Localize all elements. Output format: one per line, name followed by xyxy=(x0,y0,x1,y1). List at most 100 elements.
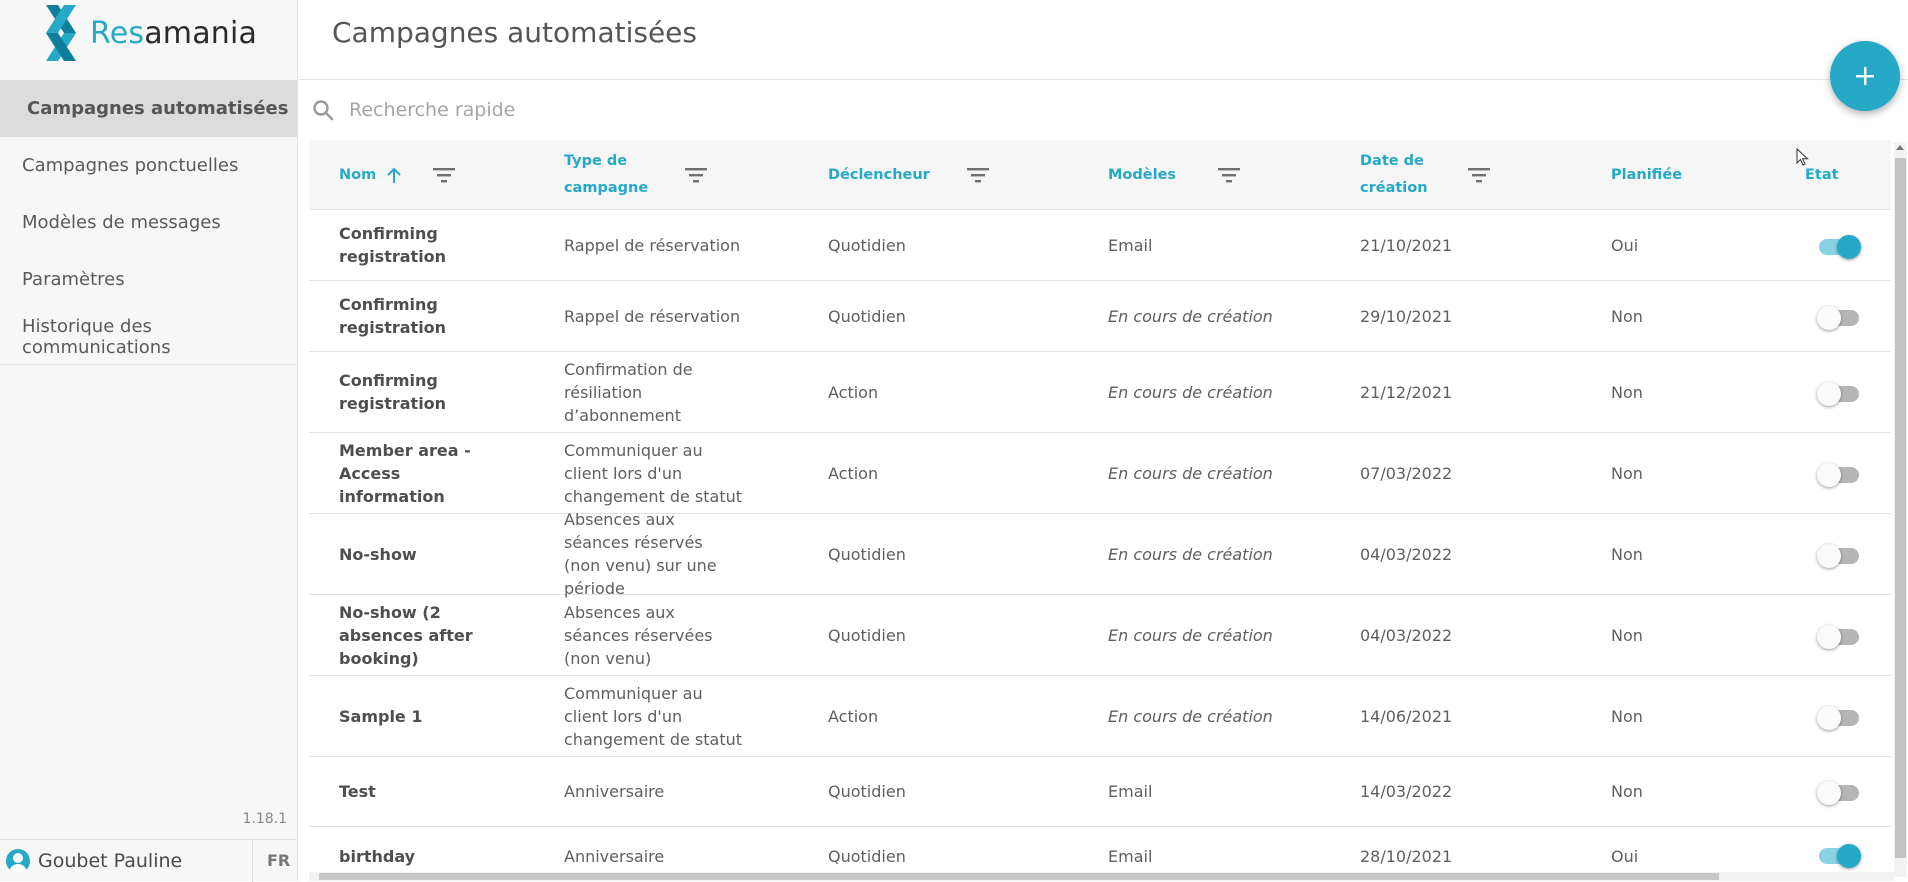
status-toggle[interactable] xyxy=(1817,624,1861,649)
sidebar-divider xyxy=(0,364,297,365)
status-toggle[interactable] xyxy=(1817,843,1861,868)
cell-planned: Non xyxy=(1611,382,1643,402)
table-row[interactable]: Member area - Access information Communiq… xyxy=(309,433,1891,514)
user-avatar-icon[interactable] xyxy=(6,848,30,873)
column-header-planifiee[interactable]: Planifiée xyxy=(1611,140,1731,210)
cell-date: 28/10/2021 xyxy=(1360,847,1453,866)
sidebar-item-parametres[interactable]: Paramètres xyxy=(0,251,297,308)
status-toggle[interactable] xyxy=(1817,705,1861,730)
cell-type: Confirmation de résiliation d’abonnement xyxy=(564,359,693,425)
sidebar-nav: Campagnes automatisées Campagnes ponctue… xyxy=(0,80,297,365)
status-toggle[interactable] xyxy=(1817,462,1861,487)
column-header-etat[interactable]: Etat xyxy=(1805,140,1865,210)
column-header-declencheur[interactable]: Déclencheur xyxy=(828,140,1028,210)
cell-template: En cours de création xyxy=(1108,306,1273,326)
status-toggle[interactable] xyxy=(1817,543,1861,568)
sidebar-item-modeles-de-messages[interactable]: Modèles de messages xyxy=(0,194,297,251)
cell-date: 14/06/2021 xyxy=(1360,706,1453,726)
status-toggle[interactable] xyxy=(1817,234,1861,259)
status-toggle[interactable] xyxy=(1817,381,1861,406)
user-name[interactable]: Goubet Pauline xyxy=(38,850,252,872)
cell-planned: Non xyxy=(1611,463,1643,483)
cell-planned: Non xyxy=(1611,625,1643,645)
toggle-knob xyxy=(1817,781,1841,805)
table-row[interactable]: No-show (2 absences after booking) Absenc… xyxy=(309,595,1891,676)
logo-text: Resamania xyxy=(90,16,257,51)
cell-name: Member area - Access information xyxy=(339,440,471,506)
column-header-nom[interactable]: Nom xyxy=(339,140,539,210)
cell-trigger: Quotidien xyxy=(828,782,906,801)
cell-template: Email xyxy=(1108,782,1153,801)
table-row[interactable]: Sample 1 Communiquer au client lors d'un … xyxy=(309,676,1891,757)
filter-icon[interactable] xyxy=(432,165,456,185)
table-row[interactable]: Confirming registration Rappel de réserva… xyxy=(309,210,1891,281)
filter-icon[interactable] xyxy=(966,165,990,185)
column-label: Date de création xyxy=(1360,153,1428,196)
toggle-knob xyxy=(1837,235,1861,259)
scrollbar-thumb[interactable] xyxy=(319,873,1719,880)
table-row[interactable]: Test Anniversaire Quotidien Email 14/03/2022… xyxy=(309,757,1891,827)
cell-template: En cours de création xyxy=(1108,706,1273,726)
cell-trigger: Action xyxy=(828,463,879,483)
mouse-cursor-icon xyxy=(1796,148,1809,166)
table-row[interactable]: Confirming registration Confirmation de r… xyxy=(309,352,1891,433)
cell-planned: Non xyxy=(1611,544,1643,564)
cell-trigger: Quotidien xyxy=(828,847,906,866)
column-label: Déclencheur xyxy=(828,166,930,183)
sidebar: Resamania Campagnes automatisées Campagn… xyxy=(0,0,298,882)
search-input[interactable] xyxy=(349,99,1249,121)
table-row[interactable]: Confirming registration Rappel de réserva… xyxy=(309,281,1891,352)
column-label: Modèles xyxy=(1108,166,1177,183)
filter-icon[interactable] xyxy=(684,165,708,185)
vertical-scrollbar[interactable] xyxy=(1894,142,1907,877)
add-campaign-button[interactable] xyxy=(1830,41,1900,111)
sidebar-item-label: Campagnes automatisées xyxy=(27,98,289,119)
column-label: Etat xyxy=(1805,166,1839,183)
column-header-type[interactable]: Type de campagne xyxy=(564,140,744,210)
sort-ascending-icon[interactable] xyxy=(386,166,402,184)
cell-trigger: Quotidien xyxy=(828,306,906,326)
status-toggle[interactable] xyxy=(1817,780,1861,805)
filter-icon[interactable] xyxy=(1467,165,1491,185)
campaigns-table: Nom Type de campagne Déclencheur Modèles… xyxy=(309,140,1891,875)
sidebar-item-campagnes-ponctuelles[interactable]: Campagnes ponctuelles xyxy=(0,137,297,194)
cell-template: Email xyxy=(1108,235,1153,255)
search-icon xyxy=(313,100,334,121)
cell-name: No-show (2 absences after booking) xyxy=(339,602,473,668)
sidebar-item-campagnes-automatisees[interactable]: Campagnes automatisées xyxy=(0,80,297,137)
scroll-up-arrow-icon[interactable] xyxy=(1896,145,1904,150)
scrollbar-thumb[interactable] xyxy=(1895,158,1906,858)
horizontal-scrollbar[interactable] xyxy=(309,872,1894,881)
sidebar-item-label: Campagnes ponctuelles xyxy=(22,155,239,176)
filter-icon[interactable] xyxy=(1217,165,1241,185)
cell-template: En cours de création xyxy=(1108,544,1273,564)
status-toggle[interactable] xyxy=(1817,305,1861,330)
logo[interactable]: Resamania xyxy=(44,4,257,62)
toggle-knob xyxy=(1817,625,1841,649)
user-bar: Goubet Pauline FR xyxy=(0,839,297,882)
logo-text-suffix: amania xyxy=(144,15,258,51)
cell-type: Rappel de réservation xyxy=(564,306,741,326)
cell-date: 14/03/2022 xyxy=(1360,782,1453,801)
language-selector[interactable]: FR xyxy=(252,839,297,882)
column-header-modeles[interactable]: Modèles xyxy=(1108,140,1308,210)
cell-type: Absences aux séances réservées (non venu… xyxy=(564,602,713,668)
cell-name: No-show xyxy=(339,544,417,564)
column-label: Nom xyxy=(339,166,377,183)
cell-date: 21/12/2021 xyxy=(1360,382,1453,402)
toggle-knob xyxy=(1837,844,1861,868)
column-header-date-creation[interactable]: Date de création xyxy=(1360,140,1540,210)
table-row[interactable]: birthday Anniversaire Quotidien Email 28/10/… xyxy=(309,827,1891,875)
sidebar-item-label: Paramètres xyxy=(22,269,125,290)
cell-trigger: Action xyxy=(828,382,879,402)
cell-name: Test xyxy=(339,782,376,801)
table-row[interactable]: No-show Absences aux séances réservés (no… xyxy=(309,510,1891,598)
toggle-knob xyxy=(1817,706,1841,730)
logo-text-prefix: Res xyxy=(90,15,145,51)
cell-planned: Non xyxy=(1611,782,1643,801)
app-version: 1.18.1 xyxy=(242,811,287,827)
sidebar-item-historique[interactable]: Historique des communications xyxy=(0,308,297,365)
cell-planned: Non xyxy=(1611,306,1643,326)
cell-date: 29/10/2021 xyxy=(1360,306,1453,326)
cell-name: Confirming registration xyxy=(339,295,447,337)
